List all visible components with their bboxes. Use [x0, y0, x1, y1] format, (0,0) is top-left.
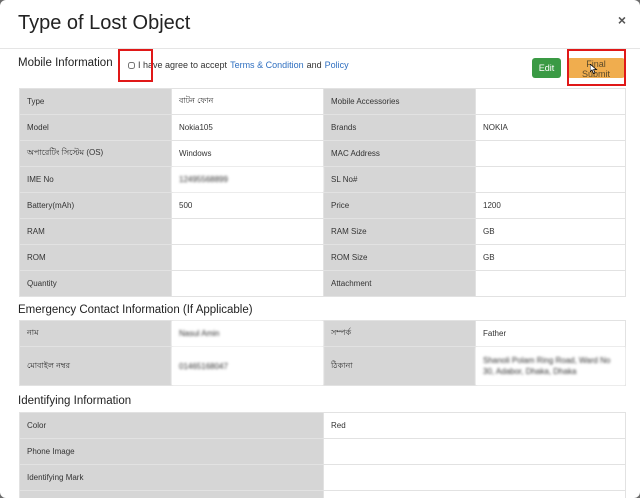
mobile-info-table: Type বাটন ফোন Mobile Accessories Model Nokia…: [19, 88, 626, 297]
field-value: [475, 166, 626, 193]
table-row: Battery(mAh) 500 Price 1200: [19, 192, 626, 219]
table-row: Identifying Mark: [19, 464, 626, 491]
field-label: MAC Address: [323, 140, 476, 167]
field-value: Red: [323, 412, 626, 439]
table-row: Color Red: [19, 412, 626, 439]
modal-title: Type of Lost Object: [18, 12, 191, 34]
field-value: [323, 464, 626, 491]
table-row: Type বাটন ফোন Mobile Accessories: [19, 88, 626, 115]
table-row: [19, 490, 626, 498]
field-label: মোবাইল নম্বর: [19, 346, 172, 386]
field-value: 12495568899: [171, 166, 324, 193]
field-label: Attachment: [323, 270, 476, 297]
field-value: [323, 490, 626, 498]
field-value: [475, 88, 626, 115]
checkbox-highlight-box: [118, 49, 153, 82]
modal-header: Type of Lost Object ×: [0, 0, 640, 49]
field-value: বাটন ফোন: [171, 88, 324, 115]
field-value: [171, 244, 324, 271]
table-row: Model Nokia105 Brands NOKIA: [19, 114, 626, 141]
policy-link[interactable]: Policy: [325, 60, 349, 70]
field-label: Price: [323, 192, 476, 219]
field-value: Shanoli Polam Ring Road, Ward No 30, Ada…: [475, 346, 626, 386]
field-label: Mobile Accessories: [323, 88, 476, 115]
field-label: Identifying Mark: [19, 464, 324, 491]
lost-object-modal: Type of Lost Object × Mobile Information…: [0, 0, 640, 498]
table-row: Quantity Attachment: [19, 270, 626, 297]
field-value: [171, 270, 324, 297]
table-row: RAM RAM Size GB: [19, 218, 626, 245]
field-label: SL No#: [323, 166, 476, 193]
field-value: [323, 438, 626, 465]
table-row: নাম Nasul Amin সম্পর্ক Father: [19, 320, 626, 347]
mouse-pointer-icon: [590, 64, 598, 74]
field-value: Nasul Amin: [171, 320, 324, 347]
field-label: Brands: [323, 114, 476, 141]
terms-agreement: I have agree to accept Terms & Condition…: [128, 60, 349, 70]
emergency-contact-table: নাম Nasul Amin সম্পর্ক Father মোবাইল নম্বর 01…: [19, 320, 626, 386]
mobile-info-title: Mobile Information: [18, 57, 113, 69]
field-value: 01465168047: [171, 346, 324, 386]
field-label: Quantity: [19, 270, 172, 297]
field-value: Windows: [171, 140, 324, 167]
identifying-info-title: Identifying Information: [18, 395, 132, 407]
field-label: সম্পর্ক: [323, 320, 476, 347]
field-label: Type: [19, 88, 172, 115]
close-button[interactable]: ×: [618, 12, 626, 28]
field-label: Battery(mAh): [19, 192, 172, 219]
field-label: ROM: [19, 244, 172, 271]
field-value: NOKIA: [475, 114, 626, 141]
terms-link[interactable]: Terms & Condition: [230, 60, 304, 70]
field-label: RAM: [19, 218, 172, 245]
table-row: মোবাইল নম্বর 01465168047 ঠিকানা Shanoli Pol…: [19, 346, 626, 386]
field-label: IME No: [19, 166, 172, 193]
field-value: GB: [475, 244, 626, 271]
field-value: [171, 218, 324, 245]
table-row: Phone Image: [19, 438, 626, 465]
table-row: অপারেটিং সিস্টেম (OS) Windows MAC Address: [19, 140, 626, 167]
field-label: Color: [19, 412, 324, 439]
field-value: 500: [171, 192, 324, 219]
field-value: [475, 140, 626, 167]
field-label: Phone Image: [19, 438, 324, 465]
field-value: 1200: [475, 192, 626, 219]
field-value: Father: [475, 320, 626, 347]
identifying-info-table: Color Red Phone Image Identifying Mark: [19, 412, 626, 498]
emergency-contact-title: Emergency Contact Information (If Applic…: [18, 304, 253, 316]
table-row: ROM ROM Size GB: [19, 244, 626, 271]
and-text: and: [306, 60, 322, 70]
table-row: IME No 12495568899 SL No#: [19, 166, 626, 193]
field-label: RAM Size: [323, 218, 476, 245]
field-label: [19, 490, 324, 498]
edit-button[interactable]: Edit: [532, 58, 561, 78]
field-label: নাম: [19, 320, 172, 347]
field-label: অপারেটিং সিস্টেম (OS): [19, 140, 172, 167]
field-value: [475, 270, 626, 297]
field-value: GB: [475, 218, 626, 245]
field-label: ROM Size: [323, 244, 476, 271]
field-label: Model: [19, 114, 172, 141]
field-value: Nokia105: [171, 114, 324, 141]
field-label: ঠিকানা: [323, 346, 476, 386]
